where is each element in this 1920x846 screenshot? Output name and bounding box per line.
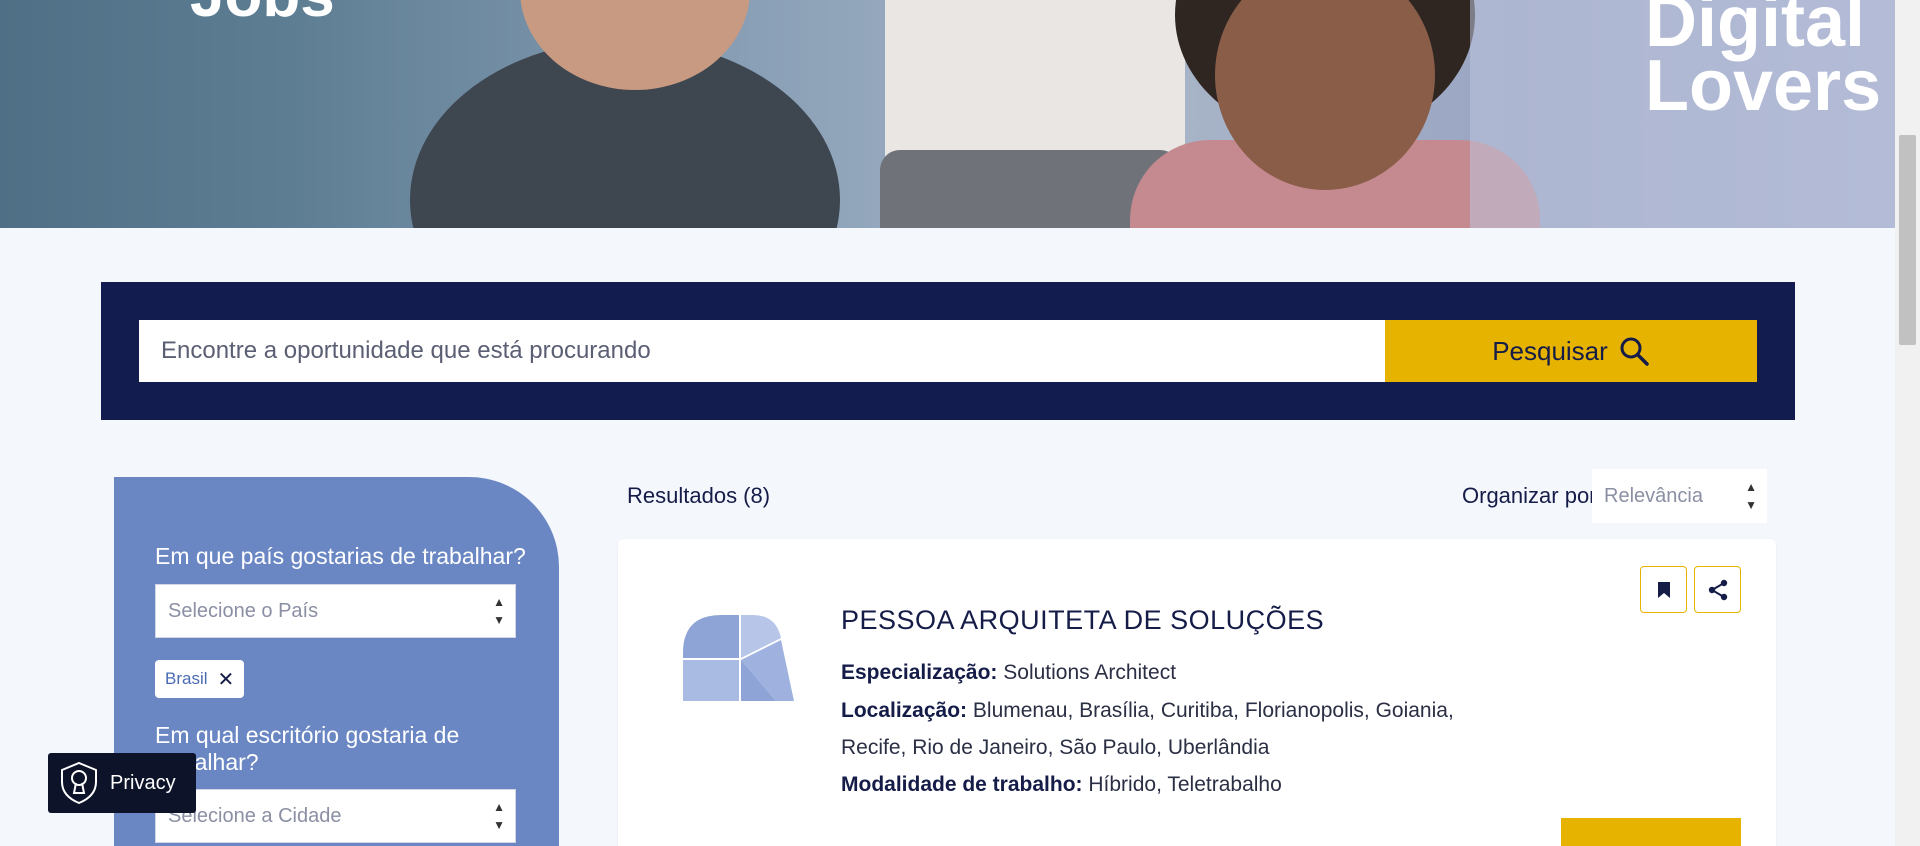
share-icon: [1708, 579, 1727, 600]
sort-label: Organizar por: [1462, 483, 1597, 508]
see-more-button[interactable]: Ver mais: [1561, 818, 1741, 846]
privacy-button[interactable]: Privacy: [48, 753, 196, 813]
privacy-label: Privacy: [110, 771, 176, 794]
work-mode-value: Híbrido, Teletrabalho: [1088, 773, 1282, 796]
page-scrollbar[interactable]: [1895, 0, 1920, 846]
specialization-value: Solutions Architect: [1003, 661, 1177, 684]
search-button[interactable]: Pesquisar: [1385, 320, 1757, 382]
location-label: Localização:: [841, 699, 968, 722]
job-location: Localização: Blumenau, Brasília, Curitib…: [841, 692, 1461, 766]
search-input[interactable]: [139, 320, 1385, 382]
work-mode-label: Modalidade de trabalho:: [841, 773, 1083, 796]
country-select-placeholder: Selecione o País: [168, 599, 319, 622]
search-button-label: Pesquisar: [1492, 335, 1608, 366]
hero-title: Digital Lovers: [1645, 0, 1895, 126]
specialization-label: Especialização:: [841, 661, 998, 684]
job-title[interactable]: PESSOA ARQUITETA DE SOLUÇÕES: [841, 605, 1324, 636]
country-filter-label: Em que país gostarias de trabalhar?: [155, 543, 526, 569]
selected-country-chip[interactable]: Brasil ✕: [155, 660, 245, 698]
job-work-mode: Modalidade de trabalho: Híbrido, Teletra…: [841, 766, 1461, 803]
select-spinner-icon: ▲ ▼: [1745, 480, 1757, 512]
share-button[interactable]: [1694, 566, 1741, 613]
bookmark-button[interactable]: [1640, 566, 1687, 613]
keyhole-shield-icon: [61, 761, 97, 805]
city-select[interactable]: Selecione a Cidade ▲ ▼: [155, 789, 516, 843]
select-spinner-icon: ▲ ▼: [493, 800, 505, 832]
hero-left-word: Jobs: [190, 0, 335, 31]
select-spinner-icon: ▲ ▼: [493, 595, 505, 627]
job-specialization: Especialização: Solutions Architect: [841, 654, 1461, 691]
results-count: Resultados (8): [627, 483, 771, 508]
hero-title-line-2: Lovers: [1645, 46, 1882, 126]
office-filter-label: Em qual escritório gostaria de trabalhar…: [155, 722, 460, 775]
job-card[interactable]: PESSOA ARQUITETA DE SOLUÇÕES Especializa…: [618, 539, 1776, 846]
bookmark-icon: [1657, 581, 1670, 598]
sort-select[interactable]: Relevância ▲ ▼: [1592, 469, 1767, 523]
sort-select-value: Relevância: [1604, 484, 1703, 507]
search-icon: [1620, 337, 1649, 366]
country-select[interactable]: Selecione o País ▲ ▼: [155, 584, 516, 638]
chip-label: Brasil: [165, 669, 208, 688]
company-logo-icon: [683, 615, 794, 701]
close-icon[interactable]: ✕: [218, 667, 235, 692]
hero-banner: Jobs Digital Lovers: [0, 0, 1895, 228]
scrollbar-thumb[interactable]: [1899, 135, 1916, 345]
search-band: Pesquisar: [101, 282, 1795, 420]
